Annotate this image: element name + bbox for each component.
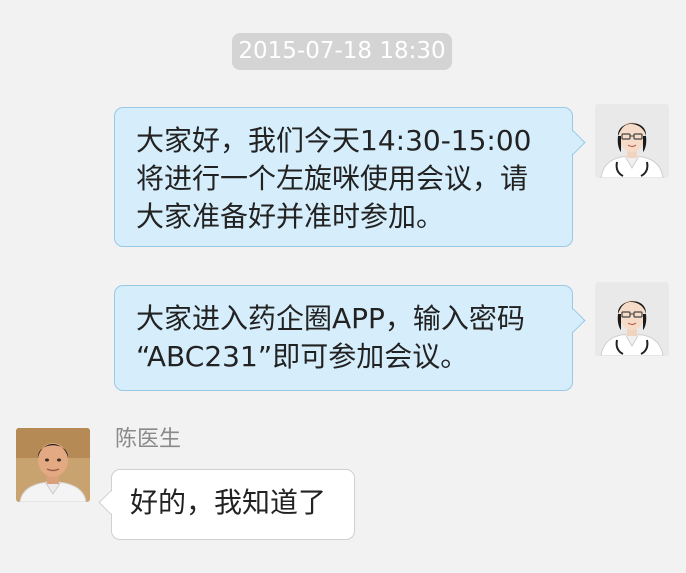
message-line: “ABC231”即可参加会议。 [136, 340, 469, 373]
message-line: 大家好，我们今天14:30-15:00 [136, 124, 532, 157]
male-doctor-avatar[interactable] [16, 428, 90, 502]
message-line: 大家准备好并准时参加。 [136, 200, 445, 233]
message-line: 将进行一个左旋咪使用会议，请 [136, 162, 529, 195]
message-line: 大家进入药企圈APP，输入密码 [136, 302, 525, 335]
sender-name: 陈医生 [115, 427, 182, 452]
female-doctor-avatar[interactable] [595, 104, 669, 178]
message-bubble-outgoing[interactable]: 大家进入药企圈APP，输入密码 “ABC231”即可参加会议。 [114, 285, 573, 391]
message-line: 好的，我知道了 [130, 486, 327, 519]
timestamp: 2015-07-18 18:30 [232, 33, 452, 70]
female-doctor-avatar[interactable] [595, 282, 669, 356]
message-bubble-outgoing[interactable]: 大家好，我们今天14:30-15:00 将进行一个左旋咪使用会议，请 大家准备好… [114, 107, 573, 247]
message-bubble-incoming[interactable]: 好的，我知道了 [111, 469, 355, 540]
